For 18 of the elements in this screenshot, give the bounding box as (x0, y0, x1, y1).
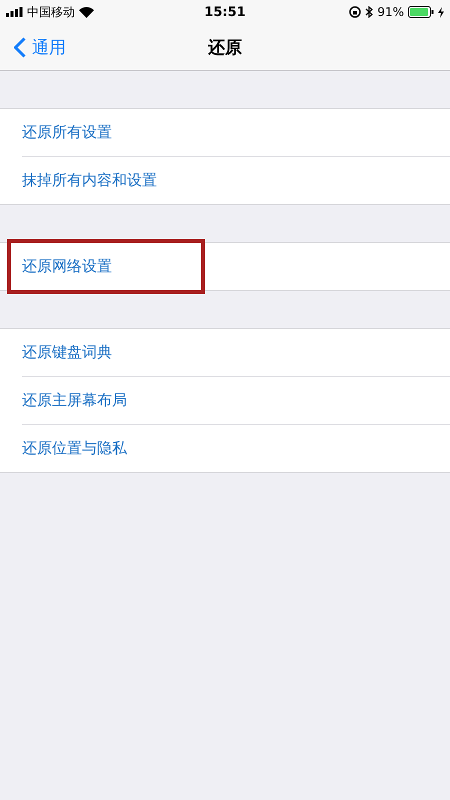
chevron-left-icon (14, 36, 26, 58)
page-title: 还原 (208, 36, 242, 58)
bluetooth-icon (365, 6, 374, 18)
carrier-name: 中国移动 (27, 4, 75, 20)
settings-item[interactable]: 还原所有设置 (0, 109, 450, 156)
wifi-icon (79, 6, 94, 18)
battery-percent: 91% (377, 5, 404, 19)
settings-item[interactable]: 还原主屏幕布局 (0, 377, 450, 424)
charging-icon (438, 6, 444, 18)
settings-item[interactable]: 还原键盘词典 (0, 329, 450, 376)
settings-item[interactable]: 还原网络设置 (7, 239, 205, 294)
status-time: 15:51 (204, 4, 246, 20)
settings-item[interactable]: 抹掉所有内容和设置 (0, 157, 450, 204)
signal-icon (6, 7, 23, 17)
rotation-lock-icon (349, 6, 362, 18)
back-button[interactable]: 通用 (0, 36, 66, 58)
battery-icon (408, 6, 434, 18)
settings-item[interactable]: 还原位置与隐私 (0, 425, 450, 472)
